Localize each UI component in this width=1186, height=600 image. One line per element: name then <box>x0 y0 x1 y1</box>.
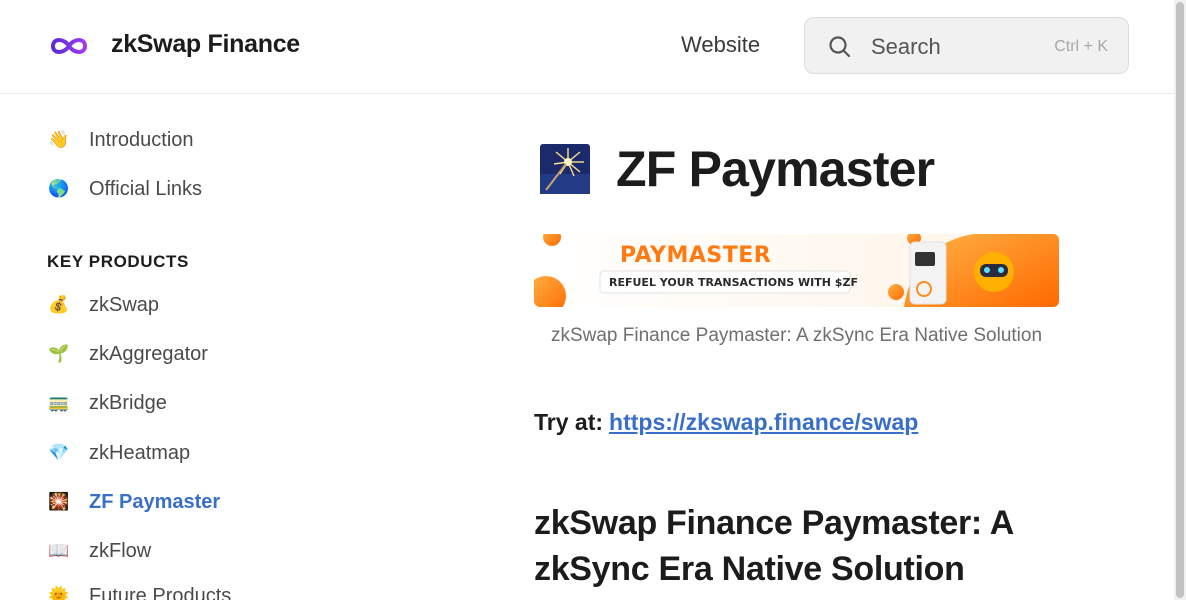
try-at-line: Try at: https://zkswap.finance/swap <box>534 409 918 436</box>
sidebar-item-label: Introduction <box>89 128 194 151</box>
sidebar-item-label: zkFlow <box>89 539 152 562</box>
sidebar-item-future-products[interactable]: 🌞 Future Products <box>47 581 231 600</box>
sidebar-item-zkaggregator[interactable]: 🌱 zkAggregator <box>47 339 208 369</box>
brand-name[interactable]: zkSwap Finance <box>111 30 300 59</box>
globe-icon: 🌎 <box>48 178 70 199</box>
search-icon <box>829 36 851 58</box>
sidebar-item-zkflow[interactable]: 📖 zkFlow <box>47 536 151 566</box>
section-heading: zkSwap Finance Paymaster: A zkSync Era N… <box>534 504 1013 588</box>
sidebar-item-official-links[interactable]: 🌎 Official Links <box>47 174 202 204</box>
sidebar-item-label: Future Products <box>89 584 232 600</box>
sidebar-nav: 👋 Introduction 🌎 Official Links KEY PROD… <box>0 95 470 600</box>
sidebar-item-zkheatmap[interactable]: 💎 zkHeatmap <box>47 438 190 468</box>
sparkler-icon: 🎇 <box>48 491 70 512</box>
sidebar-item-label: Official Links <box>89 177 203 200</box>
paymaster-banner-image: PAYMASTER REFUEL YOUR TRANSACTIONS WITH … <box>534 234 1059 307</box>
sparkler-icon <box>540 144 590 194</box>
page-title-row: ZF Paymaster <box>540 140 935 198</box>
sidebar-item-label: zkSwap <box>89 293 160 316</box>
sidebar-item-label: ZF Paymaster <box>89 490 221 513</box>
sidebar-item-label: zkBridge <box>89 391 167 414</box>
banner-subheading: REFUEL YOUR TRANSACTIONS WITH $ZF <box>609 276 858 289</box>
infinity-logo-icon[interactable] <box>48 34 90 58</box>
banner-graphic <box>534 234 1059 307</box>
waving-hand-icon: 👋 <box>48 129 70 150</box>
banner-caption: zkSwap Finance Paymaster: A zkSync Era N… <box>550 325 1043 346</box>
open-book-icon: 📖 <box>48 540 70 561</box>
sun-icon: 🌞 <box>48 585 70 600</box>
scrollbar-thumb[interactable] <box>1176 2 1184 598</box>
sidebar-item-introduction[interactable]: 👋 Introduction <box>47 125 194 155</box>
sidebar-item-label: zkHeatmap <box>89 441 191 464</box>
page-title: ZF Paymaster <box>616 141 935 197</box>
gem-icon: 💎 <box>48 442 70 463</box>
sidebar-section-title: KEY PRODUCTS <box>47 252 189 271</box>
search-shortcut-hint: Ctrl + K <box>1054 38 1108 55</box>
sidebar-item-zf-paymaster[interactable]: 🎇 ZF Paymaster <box>47 487 220 517</box>
sidebar-item-zkbridge[interactable]: 🚃 zkBridge <box>47 388 167 418</box>
swap-link[interactable]: https://zkswap.finance/swap <box>609 409 918 435</box>
seedling-icon: 🌱 <box>48 343 70 364</box>
sidebar-item-label: zkAggregator <box>89 342 208 365</box>
top-header: zkSwap Finance Website Search Ctrl + K <box>0 0 1174 94</box>
search-placeholder: Search <box>871 34 941 59</box>
money-bag-icon: 💰 <box>48 294 70 315</box>
search-box[interactable]: Search Ctrl + K <box>804 17 1129 74</box>
railway-car-icon: 🚃 <box>48 392 70 413</box>
website-link[interactable]: Website <box>681 32 760 58</box>
page-scrollbar[interactable] <box>1174 0 1186 600</box>
sidebar-item-zkswap[interactable]: 💰 zkSwap <box>47 290 159 320</box>
try-at-label: Try at: <box>534 409 604 435</box>
banner-heading: PAYMASTER <box>620 243 772 268</box>
